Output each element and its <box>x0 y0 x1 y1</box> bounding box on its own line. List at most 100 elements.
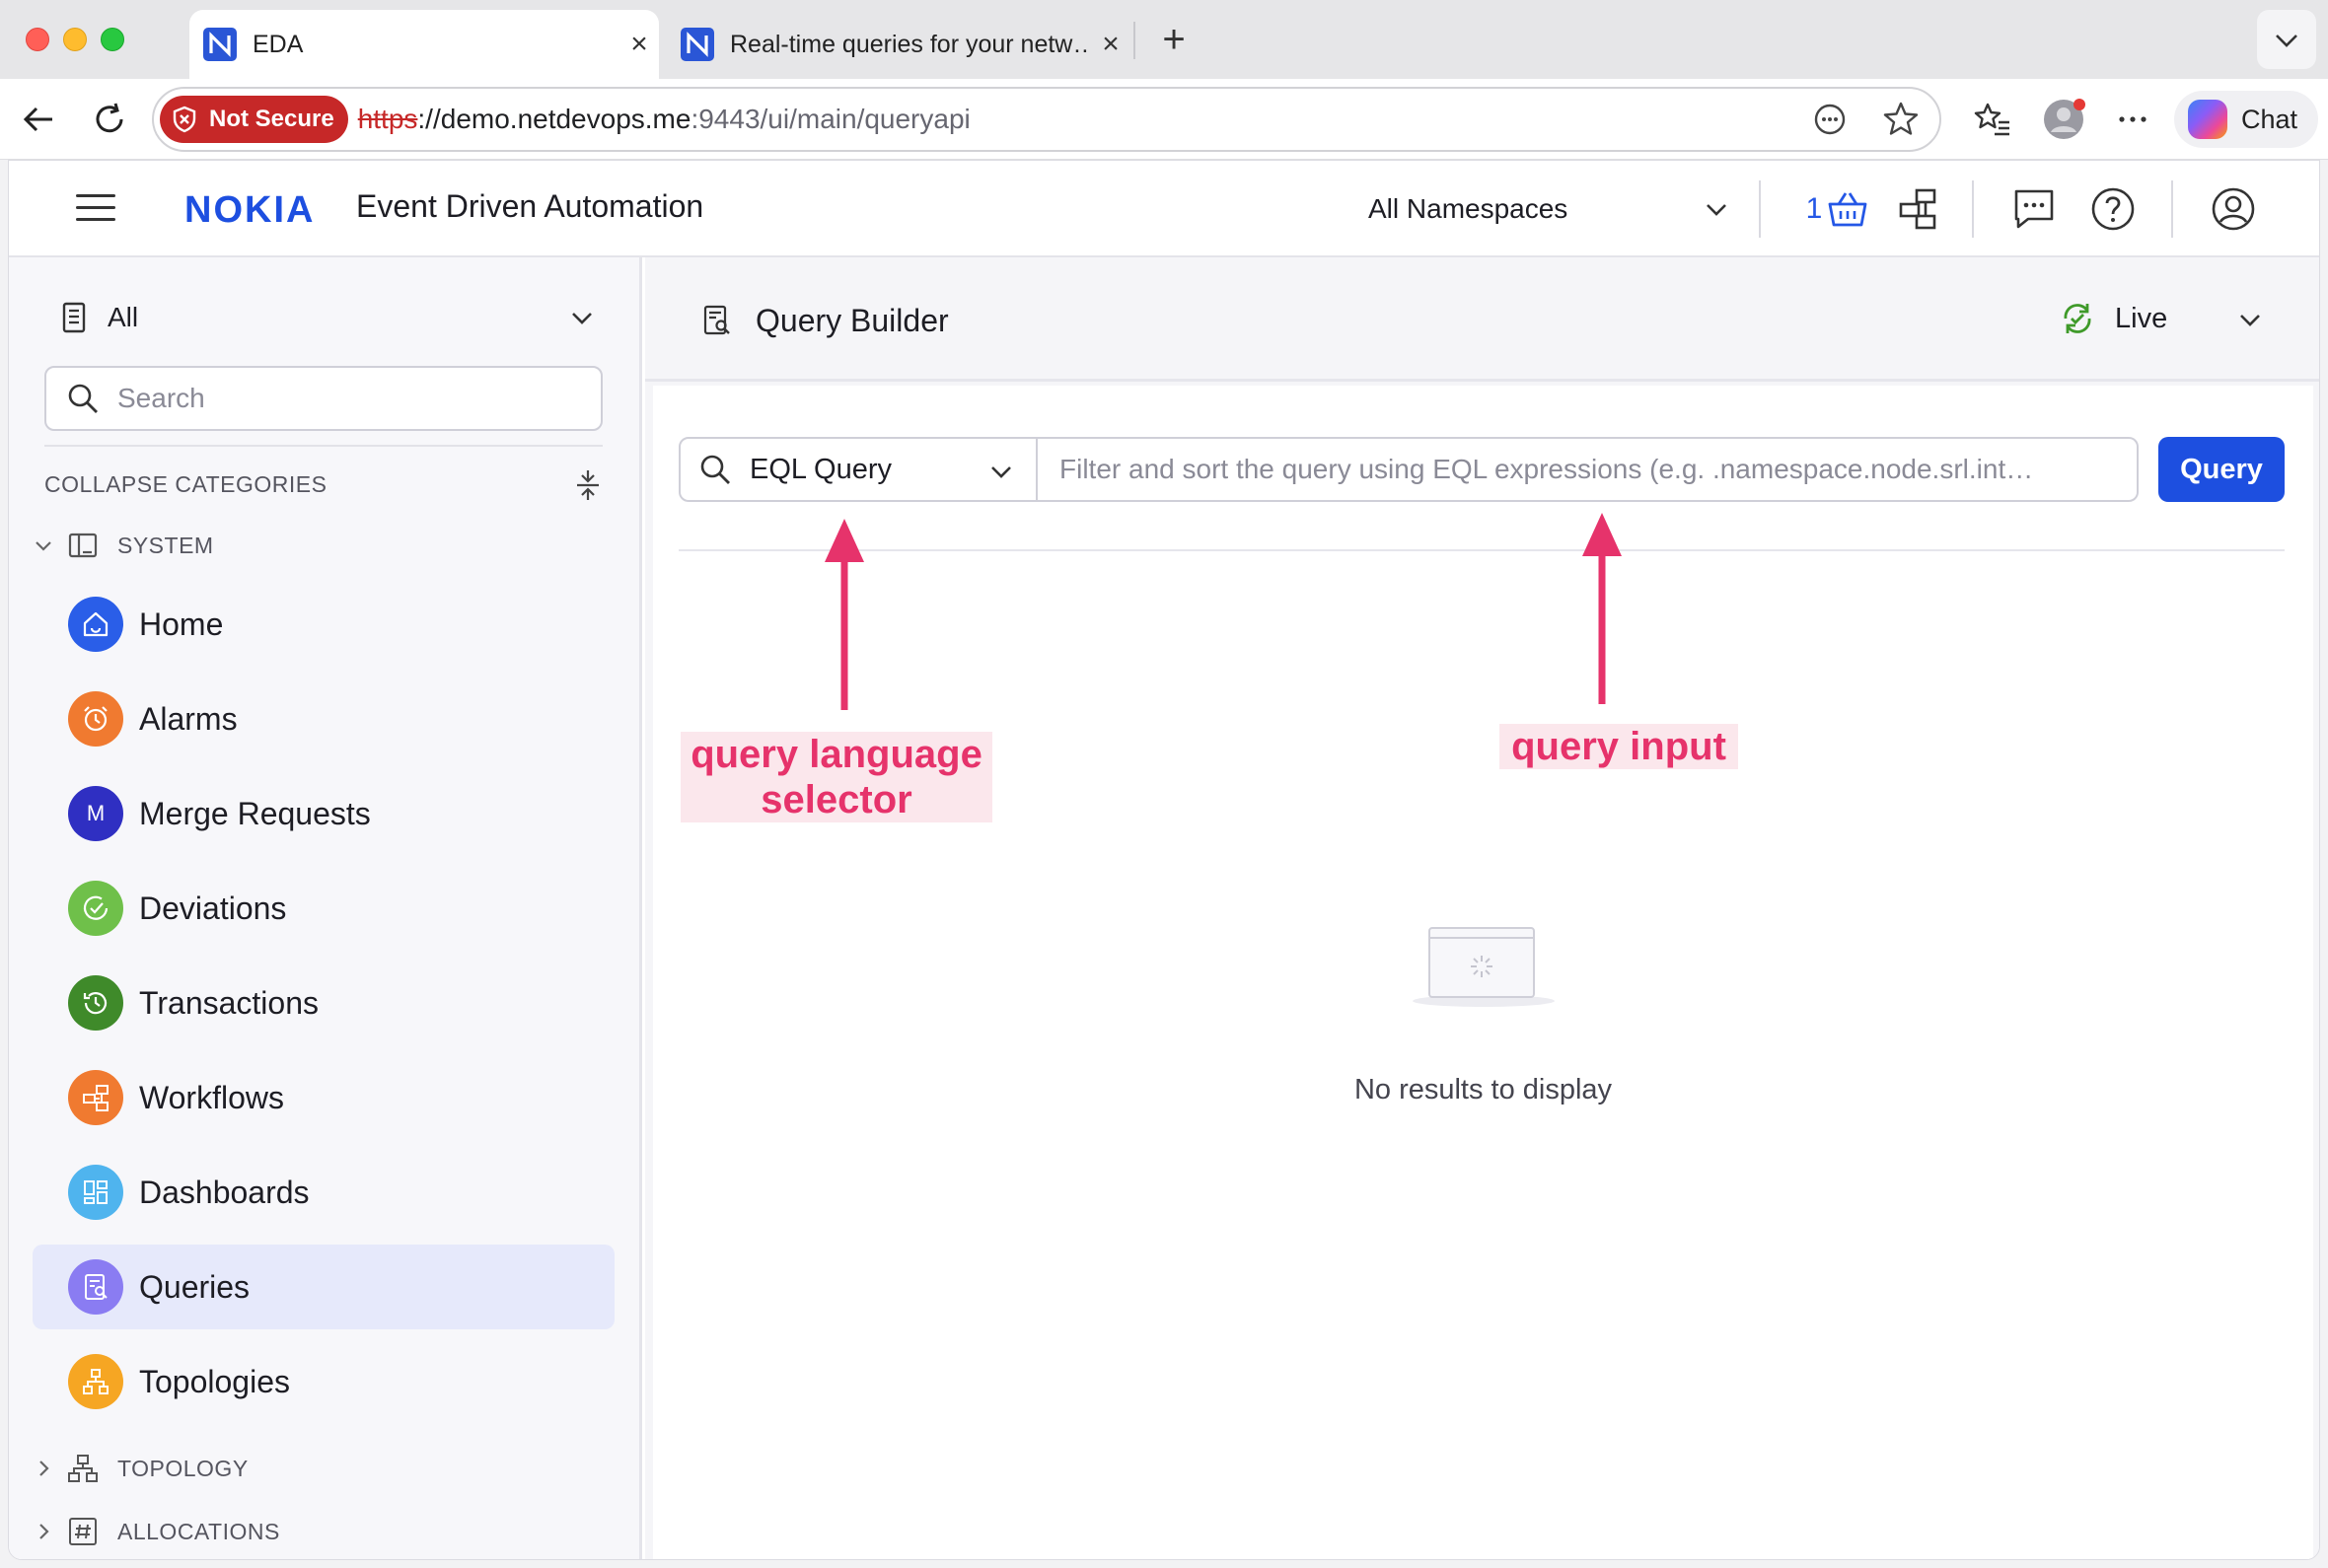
sidebar-item-merge-requests[interactable]: M Merge Requests <box>33 771 615 856</box>
sidebar-item-home[interactable]: Home <box>33 582 615 667</box>
hash-box-icon <box>69 1518 97 1545</box>
tab-title: EDA <box>253 30 304 58</box>
sidebar-search-input[interactable] <box>117 383 571 414</box>
query-button[interactable]: Query <box>2158 437 2285 502</box>
alarm-clock-icon <box>68 691 123 747</box>
annotation-selector-label: query language selector <box>681 732 992 822</box>
sidebar-search[interactable] <box>44 366 603 431</box>
not-secure-label: Not Secure <box>209 106 334 132</box>
transaction-basket-button[interactable]: 1 <box>1796 184 1879 234</box>
query-icon <box>68 1259 123 1315</box>
dashboard-icon <box>68 1165 123 1220</box>
url-scheme: https <box>357 104 418 134</box>
url-text: https://demo.netdevops.me:9443/ui/main/q… <box>358 104 971 135</box>
profile-button[interactable] <box>2036 93 2091 146</box>
chat-label: Chat <box>2241 104 2298 134</box>
browser-window: EDA × Real-time queries for your netw… ×… <box>0 0 2328 1568</box>
live-mode-select[interactable]: Live <box>2058 295 2265 342</box>
chat-bubble-icon <box>2014 189 2054 229</box>
tab-real-time-queries[interactable]: Real-time queries for your netw… × <box>667 10 1130 79</box>
sidebar-divider <box>44 445 603 447</box>
help-circle-icon <box>2091 187 2135 231</box>
collapse-all-icon[interactable] <box>573 468 603 502</box>
copilot-chat-button[interactable]: Chat <box>2174 91 2318 148</box>
eql-query-input[interactable] <box>1038 437 2139 502</box>
annotation-arrow-input <box>1582 513 1622 704</box>
category-system[interactable]: SYSTEM <box>33 526 214 565</box>
sidebar-item-label: Home <box>139 606 224 642</box>
user-menu-button[interactable] <box>2205 184 2262 234</box>
namespace-select[interactable]: All Namespaces <box>1368 188 1737 230</box>
tab-strip: EDA × Real-time queries for your netw… ×… <box>0 0 2328 79</box>
sidebar-item-label: Merge Requests <box>139 795 371 831</box>
basket-icon <box>1828 192 1867 227</box>
menu-icon[interactable] <box>76 194 115 224</box>
system-panel-icon <box>68 533 98 558</box>
svg-text:NOKIA: NOKIA <box>184 190 315 230</box>
collapse-categories-row[interactable]: COLLAPSE CATEGORIES <box>44 464 603 504</box>
feedback-button[interactable] <box>2005 184 2063 234</box>
tab-eda[interactable]: EDA × <box>189 10 659 79</box>
list-document-icon <box>62 302 86 333</box>
sidebar-item-alarms[interactable]: Alarms <box>33 677 615 761</box>
sidebar-item-queries[interactable]: Queries <box>33 1245 615 1329</box>
header-divider <box>1972 180 1974 238</box>
sidebar-item-transactions[interactable]: Transactions <box>33 961 615 1045</box>
star-icon[interactable] <box>1880 99 1922 140</box>
sidebar: All COLLAPSE CATEGORIES SYSTEM Home <box>9 257 642 1559</box>
search-icon <box>68 384 98 413</box>
category-allocations[interactable]: ALLOCATIONS <box>33 1512 280 1551</box>
sidebar-item-dashboards[interactable]: Dashboards <box>33 1150 615 1235</box>
sidebar-item-topologies[interactable]: Topologies <box>33 1339 615 1424</box>
node-overview-button[interactable] <box>1891 184 1948 234</box>
topology-icon <box>68 1354 123 1409</box>
collapse-categories-label: COLLAPSE CATEGORIES <box>44 470 327 497</box>
back-button[interactable] <box>14 95 63 144</box>
minimize-window-button[interactable] <box>63 28 87 51</box>
address-bar-actions <box>1809 99 1922 140</box>
sidebar-item-label: Transactions <box>139 984 319 1021</box>
sidebar-item-label: Deviations <box>139 890 287 926</box>
close-tab-icon[interactable]: × <box>1091 28 1130 61</box>
deviation-check-icon <box>68 881 123 936</box>
browser-menu-button[interactable] <box>2107 93 2158 146</box>
shield-warning-icon <box>173 106 196 133</box>
help-button[interactable] <box>2084 184 2142 234</box>
annotation-arrow-selector <box>825 519 864 710</box>
browser-toolbar: Not Secure https://demo.netdevops.me:944… <box>0 79 2328 160</box>
empty-window-icon <box>1412 927 1555 1007</box>
address-bar[interactable]: Not Secure https://demo.netdevops.me:944… <box>152 87 1941 152</box>
chevron-down-icon <box>572 313 592 324</box>
url-path: :9443/ui/main/queryapi <box>691 104 971 134</box>
category-system-label: SYSTEM <box>117 532 214 558</box>
sidebar-item-workflows[interactable]: Workflows <box>33 1055 615 1140</box>
chevron-right-icon <box>39 1524 49 1539</box>
arrow-left-icon <box>23 107 52 132</box>
sidebar-item-label: Workflows <box>139 1079 284 1115</box>
annotation-input-label: query input <box>1499 724 1738 769</box>
close-window-button[interactable] <box>26 28 49 51</box>
category-filter-select[interactable]: All <box>58 297 597 338</box>
new-tab-button[interactable]: + <box>1152 18 1196 61</box>
close-tab-icon[interactable]: × <box>619 28 659 61</box>
profile-avatar-icon <box>2044 99 2085 139</box>
category-allocations-label: ALLOCATIONS <box>117 1518 280 1544</box>
tab-list-button[interactable] <box>2257 10 2316 69</box>
query-content: EQL Query Query No results to display <box>653 386 2313 1559</box>
chevron-down-icon <box>1707 204 1726 216</box>
chevron-down-icon <box>2240 315 2260 326</box>
query-language-select[interactable]: EQL Query <box>679 437 1038 502</box>
not-secure-badge[interactable]: Not Secure <box>160 96 348 143</box>
reload-button[interactable] <box>85 95 134 144</box>
page-header: Query Builder Live <box>645 257 2319 382</box>
category-topology[interactable]: TOPOLOGY <box>33 1449 249 1488</box>
favorites-button[interactable] <box>1967 93 2018 146</box>
more-page-options-icon[interactable] <box>1809 99 1851 140</box>
tab-divider <box>1133 22 1135 59</box>
sidebar-item-deviations[interactable]: Deviations <box>33 866 615 951</box>
tab-title: Real-time queries for your netw… <box>730 30 1091 58</box>
query-language-value: EQL Query <box>750 453 892 485</box>
maximize-window-button[interactable] <box>101 28 124 51</box>
eda-app: NOKIA Event Driven Automation All Namesp… <box>8 160 2320 1560</box>
header-divider <box>1759 180 1761 238</box>
